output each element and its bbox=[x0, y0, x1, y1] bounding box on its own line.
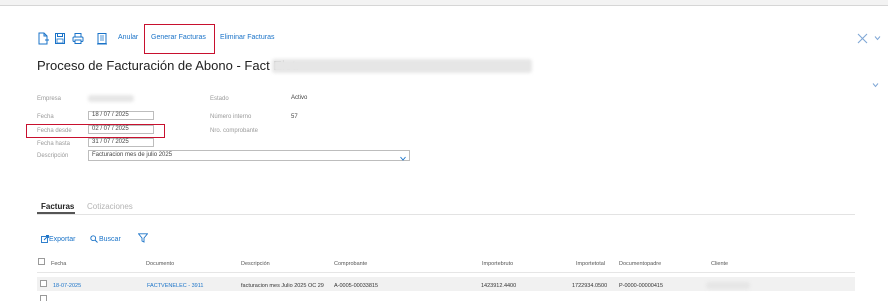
descripcion-label: Descripción bbox=[37, 153, 69, 159]
fecha-label: Fecha bbox=[37, 114, 54, 120]
row-descripcion: facturacion mes Julio 2025 OC 29 bbox=[241, 283, 324, 289]
tabs-divider bbox=[37, 214, 855, 215]
fecha-desde-label: Fecha desde bbox=[37, 128, 72, 134]
new-document-icon[interactable] bbox=[37, 32, 49, 45]
fecha-desde-input[interactable]: 02 / 07 / 2025 bbox=[88, 125, 154, 134]
tab-cotizaciones[interactable]: Cotizaciones bbox=[87, 202, 133, 211]
select-all-checkbox[interactable] bbox=[38, 258, 45, 265]
close-icon[interactable] bbox=[857, 33, 868, 44]
filter-icon[interactable] bbox=[138, 233, 148, 243]
fecha-hasta-label: Fecha hasta bbox=[37, 141, 71, 147]
numero-interno-label: Número interno bbox=[210, 114, 252, 120]
row-importebruto: 1423912.4400 bbox=[481, 283, 517, 289]
active-tab-indicator bbox=[37, 212, 75, 214]
page-title: Proceso de Facturación de Abono - Fact E… bbox=[37, 58, 301, 73]
row-importetotal: 1722934.0500 bbox=[572, 283, 608, 289]
numero-interno-value: 57 bbox=[291, 114, 298, 120]
column-header-documento[interactable]: Documento bbox=[146, 261, 174, 267]
report-icon[interactable] bbox=[96, 32, 108, 45]
buscar-button[interactable]: Buscar bbox=[99, 236, 121, 243]
save-icon[interactable] bbox=[54, 32, 66, 45]
fecha-hasta-input[interactable]: 31 / 07 / 2025 bbox=[88, 138, 154, 147]
row-documentopadre: P-0000-00000415 bbox=[619, 283, 664, 289]
redacted-cliente bbox=[706, 282, 750, 289]
descripcion-dropdown-icon[interactable] bbox=[400, 156, 406, 161]
column-header-documentopadre[interactable]: Documentopadre bbox=[619, 261, 661, 267]
generar-facturas-button[interactable]: Generar Facturas bbox=[151, 34, 206, 41]
row-checkbox-next[interactable] bbox=[40, 295, 47, 301]
collapse-chevron-icon[interactable] bbox=[872, 82, 879, 88]
fecha-input[interactable]: 18 / 07 / 2025 bbox=[88, 111, 154, 120]
print-icon[interactable] bbox=[72, 32, 84, 45]
estado-label: Estado bbox=[210, 96, 229, 102]
descripcion-input[interactable]: Facturacion mes de julio 2025 bbox=[88, 150, 410, 161]
column-header-fecha[interactable]: Fecha bbox=[51, 261, 66, 267]
column-header-importebruto[interactable]: Importebruto bbox=[482, 261, 513, 267]
chevron-down-icon[interactable] bbox=[874, 35, 881, 41]
table-header-divider bbox=[37, 272, 855, 273]
search-icon[interactable] bbox=[90, 235, 98, 243]
row-fecha-link[interactable]: 18-07-2025 bbox=[53, 283, 81, 289]
export-icon[interactable] bbox=[41, 235, 49, 243]
estado-value: Activo bbox=[291, 95, 308, 101]
row-documento-link[interactable]: FACTVENELEC - 3911 bbox=[147, 283, 203, 289]
column-header-cliente[interactable]: Cliente bbox=[711, 261, 728, 267]
tab-facturas[interactable]: Facturas bbox=[41, 202, 74, 211]
column-header-importetotal[interactable]: Importetotal bbox=[576, 261, 605, 267]
nro-comprobante-label: Nro. comprobante bbox=[210, 128, 259, 134]
redacted-title-suffix bbox=[272, 59, 532, 73]
column-header-descripcion[interactable]: Descripción bbox=[241, 261, 270, 267]
redacted-empresa-value bbox=[88, 95, 134, 102]
anular-button[interactable]: Anular bbox=[118, 34, 138, 41]
exportar-button[interactable]: Exportar bbox=[49, 236, 75, 243]
row-comprobante: A-0005-00033815 bbox=[334, 283, 379, 289]
empresa-label: Empresa bbox=[37, 96, 62, 102]
row-checkbox[interactable] bbox=[40, 280, 47, 287]
column-header-comprobante[interactable]: Comprobante bbox=[334, 261, 367, 267]
eliminar-facturas-button[interactable]: Eliminar Facturas bbox=[220, 34, 274, 41]
window-top-border bbox=[0, 0, 888, 6]
